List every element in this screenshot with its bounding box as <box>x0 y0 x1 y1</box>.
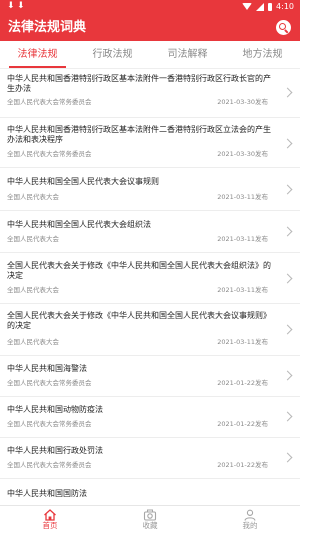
list-item[interactable]: 中华人民共和国全国人民代表大会议事规则 全国人民代表大会 2021-03-11发… <box>0 168 300 211</box>
item-title: 全国人民代表大会关于修改《中华人民共和国全国人民代表大会议事规则》的决定 <box>7 311 271 330</box>
chevron-right-icon <box>282 452 293 463</box>
user-icon <box>244 509 256 521</box>
item-title: 中华人民共和国全国人民代表大会议事规则 <box>7 177 159 186</box>
list-item[interactable]: 中华人民共和国香港特别行政区基本法附件一香港特别行政区行政长官的产生办法 全国人… <box>0 69 300 118</box>
item-title: 中华人民共和国全国人民代表大会组织法 <box>7 220 151 229</box>
list-item[interactable]: 中华人民共和国海警法 全国人民代表大会常务委员会 2021-01-22发布 <box>0 356 300 397</box>
tab-judicial-interpretations[interactable]: 司法解释 <box>150 41 225 69</box>
app-title: 法律法规词典 <box>8 20 87 35</box>
nav-profile[interactable]: 我的 <box>200 506 300 533</box>
item-date: 2021-03-11发布 <box>217 338 268 346</box>
tab-local-regulations[interactable]: 地方法规 <box>225 41 300 69</box>
bottom-nav: 首页 收藏 我的 <box>0 505 300 533</box>
list-item[interactable]: 中华人民共和国国防法 <box>0 479 300 505</box>
search-icon[interactable] <box>276 20 291 35</box>
item-title: 中华人民共和国动物防疫法 <box>7 405 103 414</box>
item-title: 中华人民共和国国防法 <box>7 489 87 498</box>
status-bar: ⬇ ⬇ 4:10 <box>0 0 300 14</box>
signal-icon <box>256 2 265 11</box>
item-date: 2021-01-22发布 <box>217 461 268 469</box>
chevron-right-icon <box>282 184 293 195</box>
chevron-right-icon <box>282 273 293 284</box>
tab-administrative-regulations[interactable]: 行政法规 <box>75 41 150 69</box>
app-bar: 法律法规词典 <box>0 14 300 41</box>
chevron-right-icon <box>282 87 293 98</box>
item-date: 2021-03-11发布 <box>217 193 268 201</box>
chevron-right-icon <box>282 138 293 149</box>
nav-favorites-label: 收藏 <box>142 521 158 530</box>
chevron-right-icon <box>282 370 293 381</box>
law-list: 中华人民共和国香港特别行政区基本法附件一香港特别行政区行政长官的产生办法 全国人… <box>0 69 300 505</box>
item-source: 全国人民代表大会 <box>7 286 59 294</box>
item-date: 2021-03-30发布 <box>217 98 268 106</box>
item-title: 中华人民共和国香港特别行政区基本法附件二香港特别行政区立法会的产生办法和表决程序 <box>7 125 271 144</box>
active-tab-indicator <box>9 66 66 68</box>
search-handle <box>284 29 289 34</box>
chevron-right-icon <box>282 226 293 237</box>
item-date: 2021-01-22发布 <box>217 420 268 428</box>
item-source: 全国人民代表大会 <box>7 193 59 201</box>
item-title: 中华人民共和国香港特别行政区基本法附件一香港特别行政区行政长官的产生办法 <box>7 74 271 93</box>
item-title: 全国人民代表大会关于修改《中华人民共和国全国人民代表大会组织法》的决定 <box>7 261 271 280</box>
item-date: 2021-01-22发布 <box>217 379 268 387</box>
list-item[interactable]: 全国人民代表大会关于修改《中华人民共和国全国人民代表大会议事规则》的决定 全国人… <box>0 304 300 356</box>
nav-home-label: 首页 <box>42 521 58 530</box>
item-date: 2021-03-11发布 <box>217 286 268 294</box>
status-indicators: 4:10 <box>242 1 294 12</box>
item-source: 全国人民代表大会常务委员会 <box>7 420 92 428</box>
chevron-right-icon <box>282 324 293 335</box>
chevron-right-icon <box>282 411 293 422</box>
list-item[interactable]: 中华人民共和国香港特别行政区基本法附件二香港特别行政区立法会的产生办法和表决程序… <box>0 118 300 168</box>
list-item[interactable]: 全国人民代表大会关于修改《中华人民共和国全国人民代表大会组织法》的决定 全国人民… <box>0 253 300 304</box>
item-title: 中华人民共和国行政处罚法 <box>7 446 103 455</box>
battery-icon <box>268 2 273 11</box>
nav-home[interactable]: 首页 <box>0 506 100 533</box>
status-time: 4:10 <box>276 2 294 11</box>
list-item[interactable]: 中华人民共和国行政处罚法 全国人民代表大会常务委员会 2021-01-22发布 <box>0 438 300 479</box>
wifi-icon <box>242 3 253 10</box>
item-date: 2021-03-30发布 <box>217 150 268 158</box>
nav-profile-label: 我的 <box>242 521 258 530</box>
camera-icon <box>143 509 157 521</box>
category-tabs: 法律法规 行政法规 司法解释 地方法规 <box>0 41 300 69</box>
item-source: 全国人民代表大会常务委员会 <box>7 379 92 387</box>
item-title: 中华人民共和国海警法 <box>7 364 87 373</box>
list-item[interactable]: 中华人民共和国动物防疫法 全国人民代表大会常务委员会 2021-01-22发布 <box>0 397 300 438</box>
item-source: 全国人民代表大会常务委员会 <box>7 150 92 158</box>
home-icon <box>44 509 56 521</box>
download-icon: ⬇ <box>7 1 15 11</box>
download-icon: ⬇ <box>17 1 25 11</box>
item-source: 全国人民代表大会常务委员会 <box>7 461 92 469</box>
item-date: 2021-03-11发布 <box>217 235 268 243</box>
list-item[interactable]: 中华人民共和国全国人民代表大会组织法 全国人民代表大会 2021-03-11发布 <box>0 211 300 253</box>
item-source: 全国人民代表大会 <box>7 338 59 346</box>
item-source: 全国人民代表大会 <box>7 235 59 243</box>
item-source: 全国人民代表大会常务委员会 <box>7 98 92 106</box>
nav-favorites[interactable]: 收藏 <box>100 506 200 533</box>
tab-law[interactable]: 法律法规 <box>0 41 75 69</box>
